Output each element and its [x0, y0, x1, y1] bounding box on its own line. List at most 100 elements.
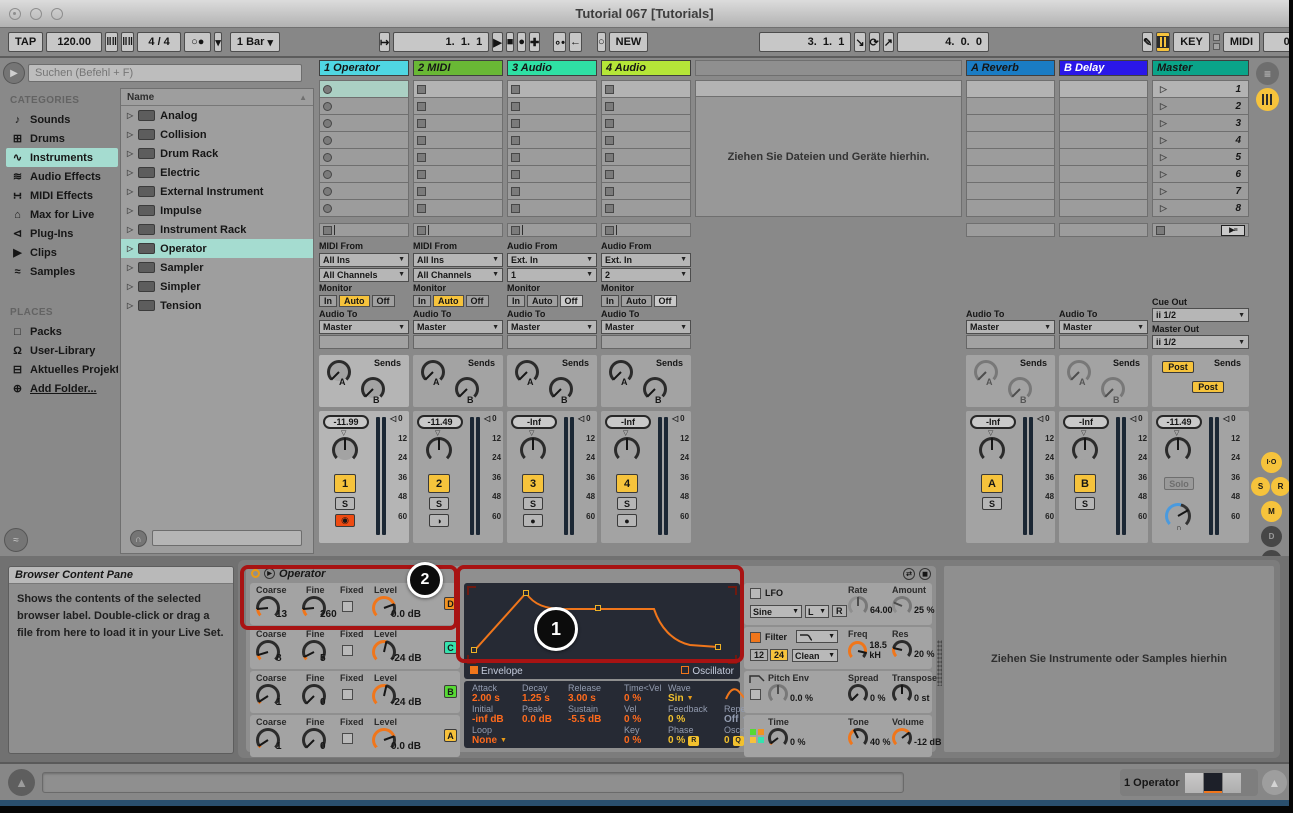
sidebar-item-drums[interactable]: ⊞ Drums — [6, 129, 118, 148]
operator-b-row[interactable]: Coarse Fine Fixed Level 1 0 -24 dB B — [250, 671, 460, 713]
volume-display[interactable]: -11.49 — [1156, 415, 1202, 429]
scene-play-icon[interactable]: ▷ — [1160, 101, 1167, 112]
monitor-off-button[interactable]: Off — [465, 294, 489, 308]
list-item-external-instrument[interactable]: ▷ External Instrument — [121, 182, 313, 201]
record-button[interactable]: ● — [517, 32, 527, 52]
sidebar-item-samples[interactable]: ≈ Samples — [6, 262, 118, 281]
input-type-select[interactable]: All Ins ▼ — [319, 252, 409, 267]
clip-overview-toggle[interactable]: ▲ — [8, 769, 35, 796]
pitch-env-checkbox[interactable] — [750, 689, 761, 700]
show-io-toggle[interactable]: I·O — [1261, 452, 1282, 473]
solo-button[interactable]: S — [429, 497, 449, 510]
play-button[interactable]: ▶ — [492, 32, 503, 52]
clip-slot[interactable] — [414, 98, 502, 114]
lfo-wave-select[interactable]: Sine ▼ — [750, 605, 802, 618]
output-type-select[interactable]: Master ▼ — [507, 320, 597, 335]
track-drop-zone[interactable]: Ziehen Sie Dateien und Geräte hierhin. — [695, 60, 962, 556]
pan-knob[interactable] — [332, 437, 358, 463]
time-signature-display[interactable]: 4 / 4 — [137, 32, 182, 52]
track-header[interactable]: Master — [1152, 60, 1249, 76]
clip-slot[interactable] — [320, 115, 408, 131]
initial-value[interactable]: -inf dB — [472, 714, 522, 725]
clip-slot[interactable] — [602, 149, 690, 165]
stop-clip-row[interactable] — [601, 223, 691, 237]
browser-collapse-button[interactable]: ▶ — [3, 62, 25, 84]
loop-length-display[interactable]: 4. 0. 0 — [896, 32, 989, 52]
solo-button[interactable]: S — [523, 497, 543, 510]
clip-slot[interactable] — [602, 132, 690, 148]
wave-select[interactable]: Sin ▼ — [668, 693, 724, 704]
sidebar-item-plugins[interactable]: ⊲ Plug-Ins — [6, 224, 118, 243]
stop-clip-row[interactable] — [319, 223, 409, 237]
device-drag-handle[interactable] — [937, 640, 942, 686]
clip-slot[interactable] — [508, 132, 596, 148]
quantize-button[interactable]: Q — [732, 735, 744, 746]
tap-tempo-button[interactable]: TAP — [8, 32, 44, 52]
computer-midi-keyboard-button[interactable] — [1156, 32, 1171, 52]
solo-button[interactable]: S — [982, 497, 1002, 510]
nudge-down-button[interactable]: ‖‖ — [105, 32, 119, 52]
sidebar-item-instruments[interactable]: ∿ Instruments — [6, 148, 118, 167]
solo-button[interactable]: S — [1075, 497, 1095, 510]
sustain-value[interactable]: -5.5 dB — [568, 714, 624, 725]
sidebar-item-midi-effects[interactable]: ∺ MIDI Effects — [6, 186, 118, 205]
list-item-sampler[interactable]: ▷ Sampler — [121, 258, 313, 277]
list-item-impulse[interactable]: ▷ Impulse — [121, 201, 313, 220]
scene-overview-toggle[interactable]: ≡ — [1256, 62, 1279, 85]
overdub-button[interactable]: ✚ — [529, 32, 541, 52]
monitor-in-button[interactable]: In — [319, 294, 337, 308]
clip-slot[interactable] — [414, 200, 502, 216]
clip-slot[interactable] — [414, 115, 502, 131]
monitor-in-button[interactable]: In — [413, 294, 431, 308]
loop-start-display[interactable]: 3. 1. 1 — [759, 32, 852, 52]
fixed-checkbox[interactable] — [342, 733, 353, 744]
output-type-select[interactable]: Master ▼ — [413, 320, 503, 335]
operator-b-badge[interactable]: B — [444, 685, 457, 698]
clip-slot[interactable] — [320, 81, 408, 97]
monitor-auto-button[interactable]: Auto — [621, 294, 652, 308]
clip-slot[interactable] — [602, 200, 690, 216]
show-mixer-toggle[interactable]: M — [1261, 501, 1282, 522]
show-track-delay-toggle[interactable]: D — [1261, 526, 1282, 547]
clip-slot[interactable] — [320, 183, 408, 199]
track-activator-button[interactable]: 2 — [428, 474, 450, 493]
input-channel-select[interactable]: All Channels ▼ — [319, 267, 409, 282]
clip-slot[interactable] — [508, 81, 596, 97]
clip-slot[interactable] — [414, 149, 502, 165]
monitor-off-button[interactable]: Off — [559, 294, 583, 308]
preview-wave-icon[interactable]: ≈ — [4, 528, 28, 552]
pitch-env-knob[interactable] — [768, 684, 788, 704]
clip-slot[interactable] — [602, 166, 690, 182]
scene-slot[interactable]: ▷ 1 — [1153, 81, 1248, 97]
volume-display[interactable]: -Inf — [605, 415, 651, 429]
pan-knob[interactable] — [426, 437, 452, 463]
phase-value[interactable]: 0 % R — [668, 735, 724, 746]
clip-slot[interactable] — [414, 183, 502, 199]
clip-slot[interactable] — [602, 183, 690, 199]
input-type-select[interactable]: All Ins ▼ — [413, 252, 503, 267]
lfo-amount-knob[interactable] — [892, 596, 912, 616]
input-channel-select[interactable]: 1 ▼ — [507, 267, 597, 282]
time-vel-value[interactable]: 0 % — [624, 693, 668, 704]
track-header[interactable]: 1 Operator — [319, 60, 409, 76]
feedback-value[interactable]: 0 % — [668, 714, 724, 725]
release-value[interactable]: 3.00 s — [568, 693, 624, 704]
hot-swap-icon[interactable]: ⇄ — [903, 567, 915, 580]
monitor-in-button[interactable]: In — [507, 294, 525, 308]
selected-device-summary[interactable]: 1 Operator — [1120, 769, 1258, 796]
filter-type-select[interactable]: ▼ — [796, 630, 838, 643]
clip-slot[interactable] — [414, 132, 502, 148]
list-item-tension[interactable]: ▷ Tension — [121, 296, 313, 315]
clip-slot[interactable] — [320, 166, 408, 182]
punch-out-button[interactable]: ↗ — [882, 32, 894, 52]
spread-knob[interactable] — [848, 684, 868, 704]
sidebar-item-clips[interactable]: ▶ Clips — [6, 243, 118, 262]
pan-knob[interactable] — [1072, 437, 1098, 463]
track-header[interactable]: 3 Audio — [507, 60, 597, 76]
monitor-off-button[interactable]: Off — [653, 294, 677, 308]
scene-play-icon[interactable]: ▷ — [1160, 203, 1167, 214]
attack-value[interactable]: 2.00 s — [472, 693, 522, 704]
list-item-collision[interactable]: ▷ Collision — [121, 125, 313, 144]
list-item-instrument-rack[interactable]: ▷ Instrument Rack — [121, 220, 313, 239]
clip-slot[interactable] — [320, 132, 408, 148]
